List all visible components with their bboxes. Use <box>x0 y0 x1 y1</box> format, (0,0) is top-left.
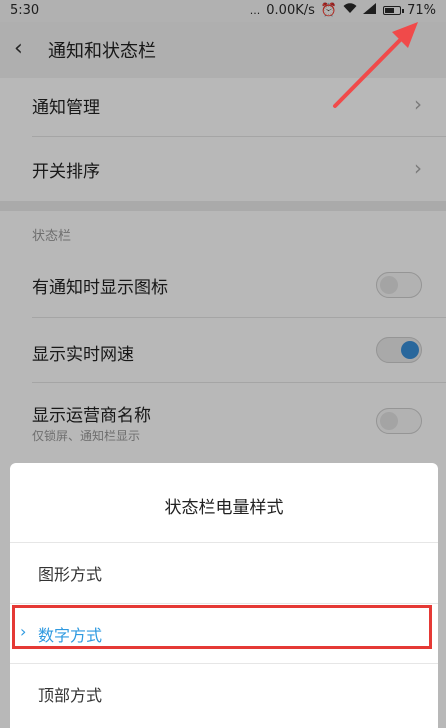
highlight-box <box>12 605 432 649</box>
option-top[interactable]: 顶部方式 <box>10 664 438 724</box>
dialog-title: 状态栏电量样式 <box>164 498 284 518</box>
annotation-arrow-icon <box>333 22 418 108</box>
option-label: 顶部方式 <box>38 686 103 705</box>
battery-style-dialog: 状态栏电量样式 图形方式 › 数字方式 顶部方式 <box>10 463 438 728</box>
option-label: 图形方式 <box>38 565 103 584</box>
option-graphic[interactable]: 图形方式 <box>10 543 438 603</box>
